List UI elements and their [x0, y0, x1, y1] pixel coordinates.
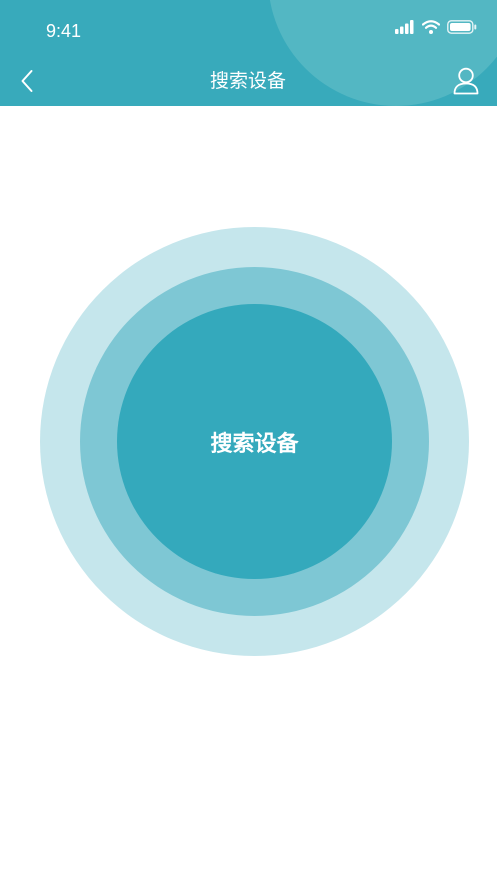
user-icon	[453, 67, 479, 95]
chevron-left-icon	[21, 70, 33, 92]
page-title: 搜索设备	[209, 70, 286, 92]
back-button[interactable]	[10, 64, 44, 98]
search-device-button[interactable]: 搜索设备	[117, 304, 392, 579]
battery-icon	[447, 20, 477, 34]
search-radar: 搜索设备	[40, 227, 469, 656]
search-device-button-label: 搜索设备	[210, 431, 299, 457]
search-device-screen: 9:41 搜索设备 搜索设备	[0, 0, 497, 883]
wifi-icon	[422, 20, 440, 34]
profile-button[interactable]	[449, 64, 483, 98]
header: 9:41 搜索设备	[0, 0, 497, 106]
status-bar: 9:41	[0, 0, 497, 60]
status-icons	[395, 20, 477, 38]
nav-bar: 搜索设备	[0, 60, 497, 106]
signal-icon	[395, 20, 414, 34]
status-time: 9:41	[46, 21, 82, 41]
